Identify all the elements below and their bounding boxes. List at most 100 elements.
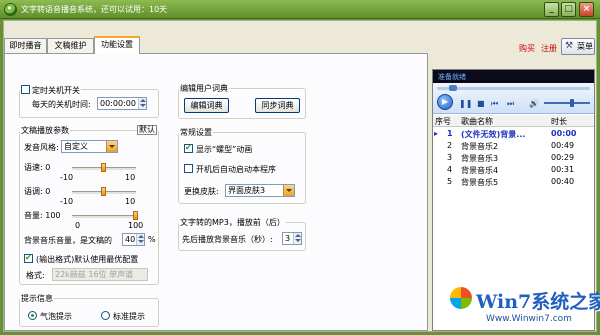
player-display: 准备就绪 [433, 70, 594, 83]
shutdown-label: 定时关机开关 [32, 86, 80, 95]
shutdown-legend: 定时关机开关 [20, 84, 81, 96]
seek-knob[interactable] [449, 85, 457, 91]
shutdown-time-spinner[interactable] [138, 98, 146, 109]
playlist-index: 1 [447, 129, 453, 138]
stop-icon[interactable]: ■ [477, 99, 485, 109]
format-label: 格式: [26, 271, 45, 280]
show-animation-label: 显示“螺型”动画 [196, 145, 253, 154]
tab-settings[interactable]: 功能设置 [94, 36, 140, 54]
playlist-row[interactable]: 4 背景音乐4 00:31 [433, 164, 594, 175]
maximize-button[interactable]: □ [561, 2, 576, 17]
playlist-row[interactable]: ▸ 1 (文件无效)背景... 00:00 [433, 128, 594, 139]
general-settings-legend: 常规设置 [179, 127, 213, 138]
next-icon[interactable]: ⏭ [507, 99, 514, 109]
mp3-legend: 文字转的MP3，播放前（后） [179, 217, 286, 228]
playlist-current-arrow: ▸ [434, 129, 439, 138]
bubble-hint-radio[interactable] [28, 311, 37, 320]
shutdown-time-label: 每天的关机时间: [32, 100, 91, 109]
mp3-lead-input[interactable]: 3 [282, 232, 302, 245]
voice-style-select[interactable]: 自定义 [61, 140, 118, 153]
playlist-duration: 00:31 [551, 165, 575, 174]
playlist-name: 背景音乐2 [461, 142, 499, 151]
autostart-label: 开机后自动启动本程序 [196, 165, 276, 174]
title-bar: 文字转语音播音系统，还可以试用：10天 _ □ × [0, 0, 600, 19]
register-link[interactable]: 注册 [541, 43, 557, 54]
standard-hint-radio[interactable] [101, 311, 110, 320]
playlist-row[interactable]: 2 背景音乐2 00:49 [433, 140, 594, 151]
shutdown-checkbox[interactable] [21, 85, 30, 94]
tab-instant-broadcast[interactable]: 即时播音 [4, 38, 47, 53]
volume-bar[interactable] [544, 102, 590, 104]
skin-dropdown-icon[interactable] [283, 185, 294, 196]
settings-panel: 定时关机开关 每天的关机时间: 00:00:00 文稿播放参数 默认 发音风格:… [4, 53, 428, 331]
bgm-volume-value: 40 [125, 235, 136, 244]
rate-min-label: -10 [60, 173, 74, 182]
default-button[interactable]: 默认 [137, 125, 157, 135]
bgm-volume-unit: % [148, 235, 156, 244]
playback-legend: 文稿播放参数 [20, 125, 70, 136]
volume-slider-thumb[interactable] [133, 211, 138, 220]
windows-logo-icon [448, 285, 474, 311]
playlist-row[interactable]: 5 背景音乐5 00:40 [433, 176, 594, 187]
tab-document-maintenance[interactable]: 文稿维护 [47, 38, 94, 53]
format-default-checkbox[interactable] [24, 253, 33, 263]
pitch-label: 语调: 0 [24, 187, 51, 196]
user-dict-legend: 编辑用户词典 [179, 83, 229, 94]
autostart-checkbox[interactable] [184, 164, 193, 173]
bgm-volume-spinner[interactable] [136, 234, 144, 245]
bgm-volume-label: 背景音乐音量，是文稿的 [24, 236, 112, 245]
speaker-icon[interactable]: 🔊 [529, 99, 539, 109]
hint-group: 提示信息 气泡提示 标准提示 [19, 293, 159, 327]
edit-dict-button[interactable]: 编辑词典 [184, 98, 229, 113]
mp3-lead-spinner[interactable] [293, 233, 301, 244]
format-value: 22k赫兹 16位 单声道 [55, 270, 134, 279]
close-button[interactable]: × [579, 2, 594, 17]
pitch-slider-thumb[interactable] [101, 187, 106, 196]
playlist-index: 4 [447, 165, 453, 174]
rate-max-label: 10 [125, 173, 136, 182]
volume-slider-track[interactable] [72, 215, 136, 218]
playback-params-group: 文稿播放参数 默认 发音风格: 自定义 语速: 0 -10 10 语调: 0 -… [19, 125, 159, 285]
tools-icon: ⚒ [565, 41, 574, 51]
player-controls: ▶ ❚❚ ■ ⏮ ⏭ 🔊 [433, 83, 594, 114]
window-title: 文字转语音播音系统，还可以试用：10天 [21, 5, 168, 14]
playlist-name: 背景音乐3 [461, 154, 499, 163]
pitch-max-label: 10 [125, 197, 136, 206]
voice-style-dropdown-icon[interactable] [106, 141, 117, 152]
bgm-volume-input[interactable]: 40 [122, 233, 145, 246]
playlist-duration: 00:29 [551, 153, 575, 162]
mp3-lead-label: 先后播放背景音乐（秒）: [182, 235, 273, 244]
format-select[interactable]: 22k赫兹 16位 单声道 [52, 268, 148, 281]
standard-hint-label: 标准提示 [113, 312, 145, 321]
playlist-duration: 00:00 [551, 129, 577, 138]
playlist-row[interactable]: 3 背景音乐3 00:29 [433, 152, 594, 163]
voice-style-value: 自定义 [64, 142, 88, 151]
sync-dict-button[interactable]: 同步词典 [255, 98, 300, 113]
playlist-name: (文件无效)背景... [461, 130, 526, 139]
pause-icon[interactable]: ❚❚ [459, 99, 472, 109]
playlist-name: 背景音乐5 [461, 178, 499, 187]
buy-link[interactable]: 购买 [519, 43, 535, 54]
format-default-label: (输出格式)默认使用最优配置 [36, 255, 139, 264]
menu-button[interactable]: ⚒ 菜单 [561, 38, 595, 55]
site-watermark: Win7系统之家 Www.Winwin7.com [446, 275, 600, 331]
voice-style-label: 发音风格: [24, 143, 59, 152]
volume-label: 音量: 100 [24, 211, 61, 220]
play-icon[interactable]: ▶ [437, 94, 453, 110]
show-animation-checkbox[interactable] [184, 143, 193, 153]
seek-bar[interactable] [437, 87, 590, 90]
skin-value: 界面皮肤3 [228, 186, 266, 195]
playlist-index: 5 [447, 177, 453, 186]
minimize-button[interactable]: _ [544, 2, 559, 17]
playlist-col-name: 歌曲名称 [461, 117, 493, 126]
rate-slider-thumb[interactable] [101, 163, 106, 172]
playlist-duration: 00:40 [551, 177, 575, 186]
shutdown-time-input[interactable]: 00:00:00 [97, 97, 147, 110]
playlist-duration: 00:49 [551, 141, 575, 150]
menu-button-label: 菜单 [577, 42, 593, 51]
volume-knob[interactable] [570, 99, 574, 107]
previous-icon[interactable]: ⏮ [491, 99, 498, 109]
volume-max-label: 100 [128, 221, 144, 230]
bubble-hint-label: 气泡提示 [40, 312, 72, 321]
skin-select[interactable]: 界面皮肤3 [225, 184, 295, 197]
